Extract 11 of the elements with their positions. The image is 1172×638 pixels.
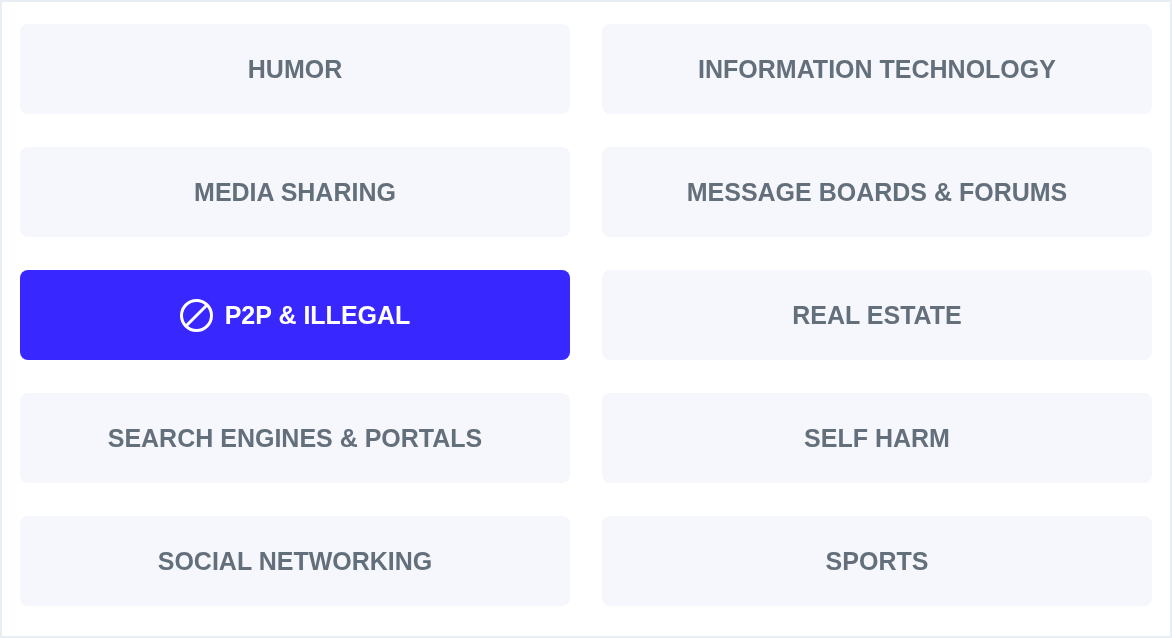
category-button[interactable]: SOCIAL NETWORKING (20, 516, 570, 606)
category-button[interactable]: INFORMATION TECHNOLOGY (602, 24, 1152, 114)
category-button[interactable]: MESSAGE BOARDS & FORUMS (602, 147, 1152, 237)
category-button[interactable]: HUMOR (20, 24, 570, 114)
category-button[interactable]: P2P & ILLEGAL (20, 270, 570, 360)
category-button[interactable]: MEDIA SHARING (20, 147, 570, 237)
prohibited-icon (179, 298, 213, 332)
category-button[interactable]: SEARCH ENGINES & PORTALS (20, 393, 570, 483)
category-button[interactable]: REAL ESTATE (602, 270, 1152, 360)
category-button[interactable]: SELF HARM (602, 393, 1152, 483)
category-button[interactable]: SPORTS (602, 516, 1152, 606)
